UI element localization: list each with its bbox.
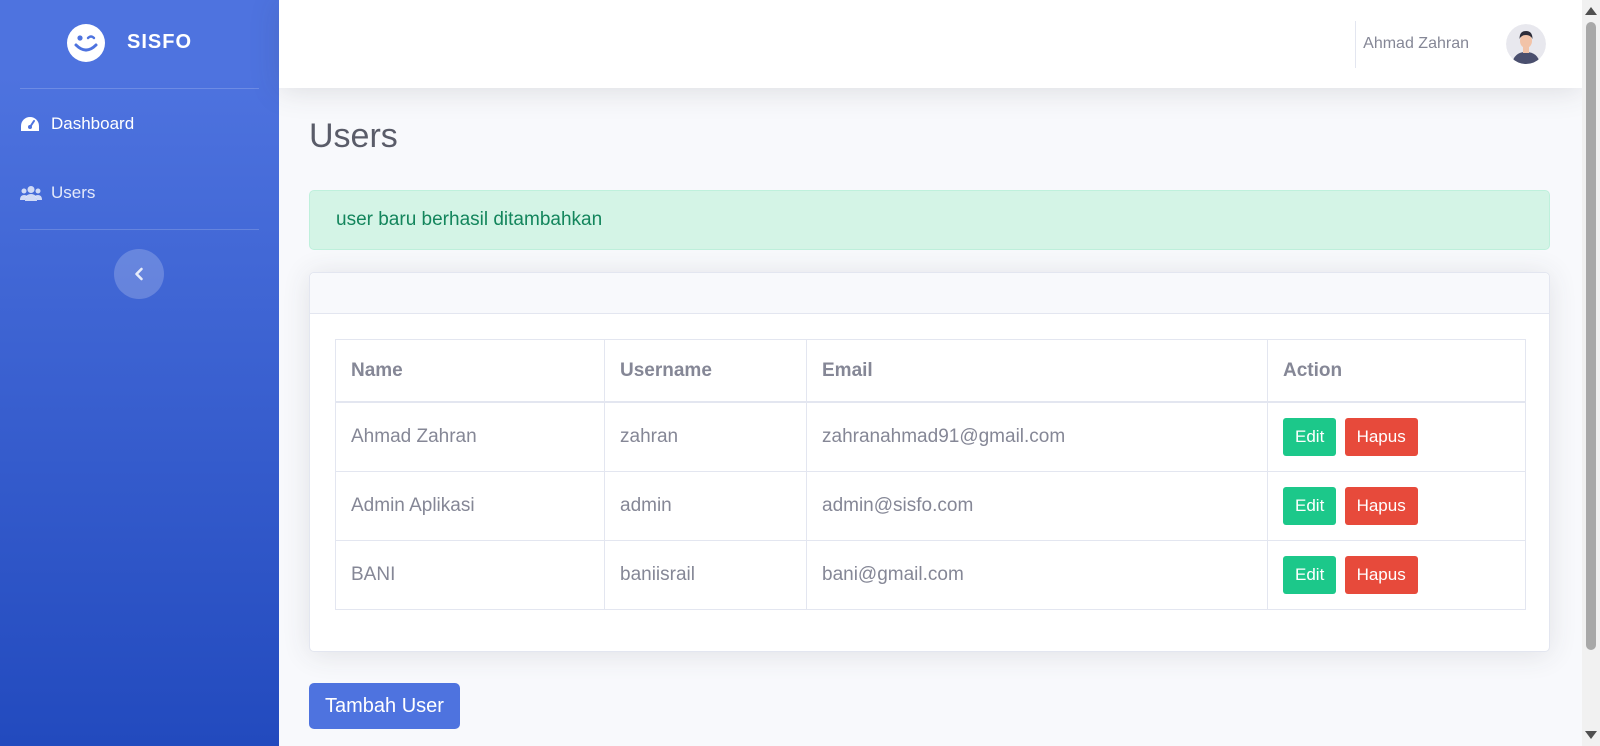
sidebar-divider bbox=[20, 88, 259, 89]
sidebar-item-label: Users bbox=[51, 183, 96, 202]
cell-action: Edit Hapus bbox=[1267, 471, 1526, 541]
page-title: Users bbox=[309, 117, 398, 155]
cell-name: BANI bbox=[335, 540, 605, 610]
user-avatar-icon[interactable] bbox=[1506, 24, 1546, 64]
delete-button[interactable]: Hapus bbox=[1344, 556, 1418, 594]
sidebar: SISFO Dashboard Users bbox=[0, 0, 279, 746]
cell-name: Admin Aplikasi bbox=[335, 471, 605, 541]
cell-action: Edit Hapus bbox=[1267, 401, 1526, 472]
sidebar-item-label: Dashboard bbox=[51, 114, 135, 133]
delete-button[interactable]: Hapus bbox=[1344, 418, 1418, 456]
table-row: Ahmad Zahran zahran zahranahmad91@gmail.… bbox=[335, 401, 1526, 472]
topbar-divider bbox=[1355, 21, 1356, 68]
delete-button[interactable]: Hapus bbox=[1344, 487, 1418, 525]
scroll-up-arrow-icon[interactable] bbox=[1585, 7, 1597, 15]
cell-username: admin bbox=[604, 471, 807, 541]
sidebar-item-dashboard[interactable]: Dashboard bbox=[0, 104, 279, 144]
alert-message: user baru berhasil ditambahkan bbox=[336, 209, 603, 230]
sidebar-divider bbox=[20, 229, 259, 230]
chevron-left-icon bbox=[135, 267, 143, 281]
cell-username: zahran bbox=[604, 401, 807, 472]
users-icon bbox=[20, 186, 42, 201]
edit-button[interactable]: Edit bbox=[1283, 487, 1337, 525]
sidebar-toggle-button[interactable] bbox=[114, 249, 164, 299]
cell-email: bani@gmail.com bbox=[806, 540, 1268, 610]
users-table: Name Username Email Action Ahmad Zahran … bbox=[335, 339, 1526, 610]
table-row: Admin Aplikasi admin admin@sisfo.com Edi… bbox=[335, 471, 1526, 541]
scroll-thumb[interactable] bbox=[1586, 22, 1596, 650]
add-user-button[interactable]: Tambah User bbox=[309, 683, 460, 729]
brand-link[interactable]: SISFO bbox=[0, 0, 279, 88]
cell-email: zahranahmad91@gmail.com bbox=[806, 401, 1268, 472]
user-name[interactable]: Ahmad Zahran bbox=[1363, 35, 1469, 53]
success-alert: user baru berhasil ditambahkan bbox=[309, 190, 1550, 250]
brand-name: SISFO bbox=[127, 31, 193, 53]
cell-name: Ahmad Zahran bbox=[335, 401, 605, 472]
table-row: BANI baniisrail bani@gmail.com Edit Hapu… bbox=[335, 540, 1526, 610]
column-header-email: Email bbox=[806, 339, 1268, 403]
sidebar-item-users[interactable]: Users bbox=[0, 173, 279, 213]
column-header-action: Action bbox=[1267, 339, 1526, 403]
card-header bbox=[310, 273, 1549, 314]
column-header-name: Name bbox=[335, 339, 605, 403]
column-header-username: Username bbox=[604, 339, 807, 403]
table-header-row: Name Username Email Action bbox=[335, 339, 1526, 403]
wink-face-icon bbox=[67, 24, 105, 62]
cell-email: admin@sisfo.com bbox=[806, 471, 1268, 541]
cell-username: baniisrail bbox=[604, 540, 807, 610]
page-scrollbar[interactable] bbox=[1582, 0, 1600, 746]
topbar: Ahmad Zahran bbox=[279, 0, 1582, 88]
users-card: Name Username Email Action Ahmad Zahran … bbox=[309, 272, 1550, 652]
cell-action: Edit Hapus bbox=[1267, 540, 1526, 610]
edit-button[interactable]: Edit bbox=[1283, 418, 1337, 456]
scroll-down-arrow-icon[interactable] bbox=[1585, 731, 1597, 739]
edit-button[interactable]: Edit bbox=[1283, 556, 1337, 594]
tachometer-icon bbox=[21, 117, 39, 131]
